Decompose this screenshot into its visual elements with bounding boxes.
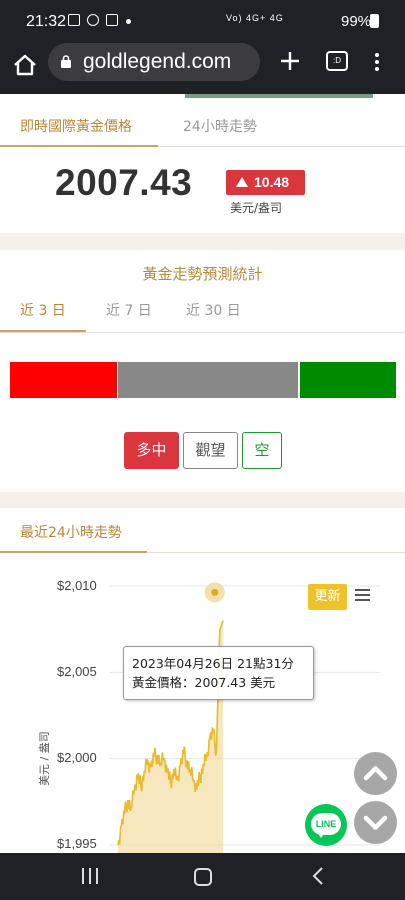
y-tick-label: $2,005 [57,664,97,679]
scroll-up-button[interactable] [354,752,397,795]
line-chat-button[interactable]: LINE [305,804,347,846]
tooltip-time: 2023年04月26日 21點31分 [132,656,294,671]
system-nav-bar [0,853,405,900]
line-logo-icon: LINE [311,813,341,835]
update-button[interactable]: 更新 [308,584,347,610]
tooltip-price: 黃金價格：2007.43 美元 [132,675,276,690]
gold-price-chart [110,582,380,853]
y-tick-label: $1,995 [57,836,97,851]
scroll-down-button[interactable] [354,801,397,844]
chart-tooltip: 2023年04月26日 21點31分 黃金價格：2007.43 美元 [123,646,314,700]
y-tick-label: $2,000 [57,750,97,765]
y-axis-label: 美元 / 盎司 [38,731,51,786]
chevron-up-icon [363,766,388,781]
chart-menu-icon[interactable] [355,589,370,603]
chevron-down-icon [363,815,388,830]
recent-apps-icon[interactable] [82,868,100,884]
highlight-point [211,588,219,596]
back-icon[interactable] [312,867,324,885]
nav-home-icon[interactable] [194,868,212,886]
y-tick-label: $2,010 [57,578,97,593]
